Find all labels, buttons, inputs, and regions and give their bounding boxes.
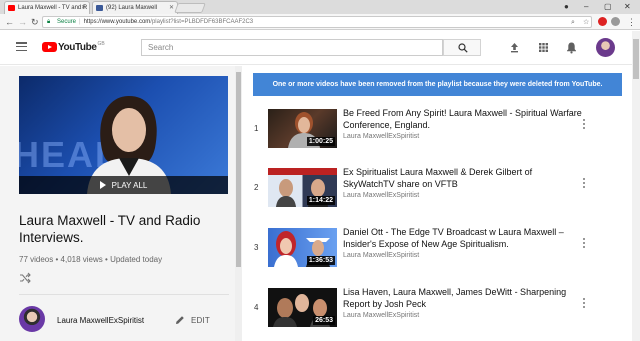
secure-label: Secure bbox=[57, 19, 77, 25]
video-duration: 1:36:53 bbox=[306, 256, 335, 265]
video-title[interactable]: Lisa Haven, Laura Maxwell, James DeWitt … bbox=[343, 286, 583, 310]
play-all-label: PLAY ALL bbox=[111, 180, 148, 190]
video-channel[interactable]: Laura MaxwellExSpiritist bbox=[343, 312, 419, 319]
search-button[interactable] bbox=[443, 39, 481, 56]
playlist-sidebar: HEAL PLAY ALL Laura Maxwell - TV and Rad… bbox=[0, 66, 235, 341]
close-tab-icon[interactable]: ✕ bbox=[81, 2, 86, 14]
address-bar[interactable]: 🔒︎ Secure | https://www.youtube.com/playli… bbox=[42, 16, 592, 28]
playlist-video-row[interactable]: 2 1:14:22 Ex Spiritualist Laura Maxwell … bbox=[242, 162, 632, 216]
chrome-menu-icon[interactable]: ⋮ bbox=[627, 15, 636, 29]
video-title[interactable]: Ex Spiritualist Laura Maxwell & Derek Gi… bbox=[343, 166, 583, 190]
url-path: /playlist?list=PLBDFDF63BFCAAF2C3 bbox=[150, 19, 254, 25]
video-duration: 1:14:22 bbox=[306, 196, 335, 205]
more-actions-icon[interactable] bbox=[582, 178, 586, 190]
bookmark-star-icon[interactable]: ☆ bbox=[583, 17, 589, 27]
browser-toolbar: ← → ↻ 🔒︎ Secure | https://www.youtube.com/… bbox=[0, 14, 640, 30]
account-avatar[interactable] bbox=[596, 38, 615, 57]
video-duration: 1:00:25 bbox=[306, 137, 335, 146]
video-thumbnail[interactable]: 1:00:25 bbox=[268, 109, 337, 148]
video-thumbnail[interactable]: 1:36:53 bbox=[268, 228, 337, 267]
video-channel[interactable]: Laura MaxwellExSpiritist bbox=[343, 192, 419, 199]
youtube-header: YouTube GB Search bbox=[0, 31, 632, 65]
owner-name[interactable]: Laura MaxwellExSpiritist bbox=[57, 316, 144, 325]
youtube-play-logo-icon bbox=[42, 42, 57, 52]
youtube-favicon-icon bbox=[8, 5, 15, 11]
notifications-bell-icon[interactable] bbox=[565, 41, 578, 54]
url-host: https://www.youtube.com bbox=[83, 19, 151, 25]
lock-icon: 🔒︎ bbox=[47, 19, 51, 25]
shuffle-icon[interactable] bbox=[19, 272, 31, 284]
playlist-video-list: One or more videos have been removed fro… bbox=[242, 66, 632, 341]
removed-videos-notice: One or more videos have been removed fro… bbox=[253, 73, 622, 96]
youtube-logo[interactable]: YouTube GB bbox=[42, 40, 105, 54]
video-index: 4 bbox=[254, 303, 259, 312]
video-count: 77 videos bbox=[19, 255, 54, 264]
video-thumbnail[interactable]: 1:14:22 bbox=[268, 168, 337, 207]
playlist-stats: 77 videos • 4,018 views • Updated today bbox=[19, 255, 162, 264]
facebook-favicon-icon bbox=[96, 5, 103, 11]
stats-separator: • bbox=[55, 255, 59, 264]
play-all-button[interactable]: PLAY ALL bbox=[19, 176, 228, 194]
profile-icon[interactable]: ● bbox=[564, 0, 569, 13]
video-channel[interactable]: Laura MaxwellExSpiritist bbox=[343, 133, 419, 140]
search-input[interactable]: Search bbox=[141, 39, 443, 56]
playlist-title: Laura Maxwell - TV and Radio Interviews. bbox=[19, 213, 201, 245]
browser-tab-facebook[interactable]: (92) Laura Maxwell ✕ bbox=[92, 1, 178, 14]
close-window-icon[interactable]: ✕ bbox=[624, 0, 631, 13]
new-tab-button[interactable] bbox=[174, 3, 206, 13]
page-scrollbar[interactable] bbox=[632, 31, 640, 341]
view-count: 4,018 views bbox=[60, 255, 103, 264]
edit-pencil-icon[interactable] bbox=[174, 314, 186, 326]
menu-icon[interactable] bbox=[16, 42, 27, 52]
browser-tab-strip: Laura Maxwell - TV and R ✕ (92) Laura Ma… bbox=[0, 0, 640, 14]
play-icon bbox=[99, 181, 106, 189]
divider bbox=[19, 294, 229, 295]
more-actions-icon[interactable] bbox=[582, 238, 586, 250]
close-tab-icon[interactable]: ✕ bbox=[169, 2, 174, 14]
logo-country-badge: GB bbox=[97, 41, 105, 47]
minimize-icon[interactable]: – bbox=[584, 0, 588, 13]
video-title[interactable]: Be Freed From Any Spirit! Laura Maxwell … bbox=[343, 107, 583, 131]
apps-grid-icon[interactable] bbox=[537, 41, 550, 54]
back-icon[interactable]: ← bbox=[5, 15, 14, 29]
video-index: 3 bbox=[254, 243, 259, 252]
playlist-video-row[interactable]: 4 26:53 Lisa Haven, Laura Maxwell, James… bbox=[242, 282, 632, 336]
video-channel[interactable]: Laura MaxwellExSpiritist bbox=[343, 252, 419, 259]
more-actions-icon[interactable] bbox=[582, 298, 586, 310]
logo-text: YouTube bbox=[58, 41, 97, 53]
forward-icon[interactable]: → bbox=[18, 15, 27, 29]
maximize-icon[interactable]: ▢ bbox=[604, 0, 612, 13]
owner-avatar[interactable] bbox=[19, 306, 45, 332]
video-title[interactable]: Daniel Ott - The Edge TV Broadcast w Lau… bbox=[343, 226, 583, 250]
extension-icon[interactable] bbox=[611, 17, 620, 26]
playlist-video-row[interactable]: 3 1:36:53 Daniel Ott - The Edge TV Broad… bbox=[242, 222, 632, 276]
edit-button[interactable]: EDIT bbox=[191, 316, 210, 325]
tab-label: Laura Maxwell - TV and R bbox=[18, 5, 88, 11]
pinterest-extension-icon[interactable] bbox=[598, 17, 607, 26]
zoom-icon[interactable]: ⌕ bbox=[571, 17, 575, 27]
browser-tab-playlist[interactable]: Laura Maxwell - TV and R ✕ bbox=[4, 1, 90, 14]
playlist-thumbnail[interactable]: HEAL PLAY ALL bbox=[19, 76, 228, 194]
playlist-video-row[interactable]: 1 1:00:25 Be Freed From Any Spirit! Laur… bbox=[242, 103, 632, 157]
stats-separator: • bbox=[105, 255, 108, 264]
video-index: 1 bbox=[254, 124, 259, 133]
sidebar-scrollbar[interactable] bbox=[235, 66, 242, 341]
reload-icon[interactable]: ↻ bbox=[31, 15, 39, 29]
more-actions-icon[interactable] bbox=[582, 119, 586, 131]
updated-label: Updated today bbox=[110, 255, 163, 264]
search-icon bbox=[458, 43, 468, 53]
video-duration: 26:53 bbox=[313, 316, 335, 325]
video-thumbnail[interactable]: 26:53 bbox=[268, 288, 337, 327]
video-index: 2 bbox=[254, 183, 259, 192]
tab-label: (92) Laura Maxwell bbox=[106, 5, 158, 11]
upload-icon[interactable] bbox=[508, 41, 521, 54]
